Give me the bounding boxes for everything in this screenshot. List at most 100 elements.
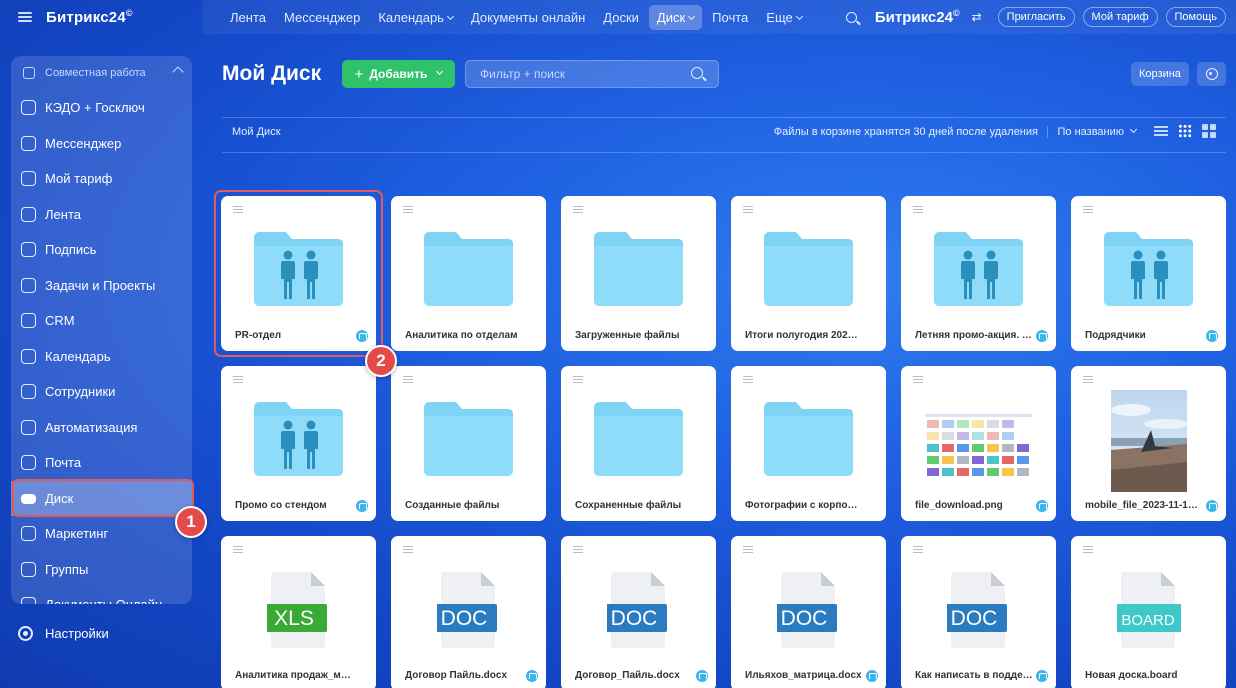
filter-search-input[interactable] <box>465 60 719 88</box>
card-menu-icon[interactable] <box>233 376 243 384</box>
svg-text:DOC: DOC <box>951 607 998 630</box>
file-card[interactable]: Промо со стендом <box>221 366 376 521</box>
card-menu-icon[interactable] <box>403 206 413 214</box>
card-menu-icon[interactable] <box>743 546 753 554</box>
card-menu-icon[interactable] <box>403 376 413 384</box>
board-file-icon: BOARD <box>1111 570 1185 650</box>
sidebar-item-employees[interactable]: Сотрудники <box>11 374 192 410</box>
file-card[interactable]: Созданные файлы <box>391 366 546 521</box>
file-name: Сохраненные файлы <box>575 500 682 511</box>
file-card[interactable]: XLS Аналитика продаж_менеджеры.xlsx <box>221 536 376 688</box>
card-menu-icon[interactable] <box>233 206 243 214</box>
file-card[interactable]: Летняя промо-акция. Пресс-релиз <box>901 196 1056 351</box>
shared-access-icon <box>696 670 708 682</box>
file-card[interactable]: DOC Договор_Пайль.docx <box>561 536 716 688</box>
card-menu-icon[interactable] <box>913 376 923 384</box>
file-card[interactable]: DOC Как написать в поддержку.docx <box>901 536 1056 688</box>
file-card[interactable]: PR-отдел <box>221 196 376 351</box>
search-icon[interactable] <box>845 11 857 23</box>
people-icon <box>21 561 36 577</box>
invite-button[interactable]: Пригласить <box>997 7 1075 27</box>
shared-access-icon <box>1206 500 1218 512</box>
disk-settings-button[interactable] <box>1197 62 1226 86</box>
tile-view-icon[interactable] <box>1202 124 1216 138</box>
topnav-item-7[interactable]: Еще <box>758 5 809 30</box>
file-card[interactable]: Подрядчики <box>1071 196 1226 351</box>
sidebar-item-crm[interactable]: CRM <box>11 303 192 339</box>
swap-icon[interactable]: ⇄ <box>972 10 982 24</box>
sidebar-item-kedo[interactable]: КЭДО + Госключ <box>11 90 192 126</box>
sidebar-item-groups[interactable]: Группы <box>11 552 192 588</box>
card-menu-icon[interactable] <box>573 376 583 384</box>
sidebar-item-label: Почта <box>45 455 82 471</box>
topnav-item-label: Мессенджер <box>283 9 361 25</box>
topnav-item-4[interactable]: Доски <box>595 5 647 30</box>
sidebar-item-tariff[interactable]: Мой тариф <box>11 161 192 197</box>
file-name: Фотографии с корпоратива <box>745 500 863 511</box>
brand-logo[interactable]: Битрикс24© <box>46 8 133 26</box>
card-menu-icon[interactable] <box>913 546 923 554</box>
card-menu-icon[interactable] <box>1083 546 1093 554</box>
card-menu-icon[interactable] <box>233 546 243 554</box>
card-menu-icon[interactable] <box>403 546 413 554</box>
shared-folder-icon <box>252 400 345 478</box>
card-menu-icon[interactable] <box>913 206 923 214</box>
sidebar-item-label: Лента <box>45 206 81 222</box>
help-button[interactable]: Помощь <box>1165 7 1226 27</box>
xls-file-icon: XLS <box>261 570 331 650</box>
grid-view-icon[interactable] <box>1178 124 1192 138</box>
file-card[interactable]: DOC Ильяхов_матрица.docx <box>731 536 886 688</box>
file-card[interactable]: DOC Договор Пайль.docx <box>391 536 546 688</box>
search-icon[interactable] <box>691 67 703 79</box>
list-view-icon[interactable] <box>1154 124 1168 138</box>
shared-access-icon <box>1036 500 1048 512</box>
card-menu-icon[interactable] <box>1083 206 1093 214</box>
sidebar-item-tasks[interactable]: Задачи и Проекты <box>11 268 192 304</box>
sidebar-item-messenger[interactable]: Мессенджер <box>11 126 192 162</box>
file-card[interactable]: Итоги полугодия 2025_1 <box>731 196 886 351</box>
card-menu-icon[interactable] <box>1083 376 1093 384</box>
sidebar-item-marketing[interactable]: Маркетинг <box>11 516 192 552</box>
my-tariff-button[interactable]: Мой тариф <box>1082 7 1158 27</box>
card-menu-icon[interactable] <box>573 546 583 554</box>
sidebar-item-signature[interactable]: Подпись <box>11 232 192 268</box>
sidebar-item-feed[interactable]: Лента <box>11 197 192 233</box>
chevron-down-icon <box>688 12 696 20</box>
topnav-item-2[interactable]: Календарь <box>370 5 461 30</box>
topnav-item-0[interactable]: Лента <box>222 5 274 30</box>
card-menu-icon[interactable] <box>743 206 753 214</box>
sidebar-item-disk[interactable]: Диск <box>11 480 192 516</box>
file-card[interactable]: Фотографии с корпоратива <box>731 366 886 521</box>
sidebar-item-calendar[interactable]: Календарь <box>11 339 192 375</box>
file-card[interactable]: mobile_file_2023-11-10_07-43.jpg <box>1071 366 1226 521</box>
sidebar-group-collaboration[interactable]: Совместная работа <box>11 56 192 90</box>
sidebar-item-automation[interactable]: Автоматизация <box>11 410 192 446</box>
menu-icon[interactable] <box>18 12 32 22</box>
card-menu-icon[interactable] <box>743 376 753 384</box>
shared-access-icon <box>356 330 368 342</box>
checkbox-icon <box>21 277 36 293</box>
add-button[interactable]: + Добавить <box>342 60 455 88</box>
trash-button[interactable]: Корзина <box>1131 62 1189 86</box>
file-card[interactable]: Аналитика по отделам <box>391 196 546 351</box>
chevron-down-icon <box>795 12 803 20</box>
file-card[interactable]: Сохраненные файлы <box>561 366 716 521</box>
topnav-item-6[interactable]: Почта <box>704 5 756 30</box>
brand-logo-top[interactable]: Битрикс24© <box>875 8 960 26</box>
topnav-item-1[interactable]: Мессенджер <box>276 5 368 30</box>
topnav-item-3[interactable]: Документы онлайн <box>463 5 593 30</box>
photo-thumbnail <box>1111 390 1188 492</box>
shared-folder-icon <box>932 230 1025 308</box>
file-card[interactable]: file_download.png <box>901 366 1056 521</box>
file-card[interactable]: BOARD Новая доска.board <box>1071 536 1226 688</box>
file-card[interactable]: Загруженные файлы <box>561 196 716 351</box>
card-menu-icon[interactable] <box>573 206 583 214</box>
breadcrumb[interactable]: Мой Диск <box>232 126 281 138</box>
sidebar-settings[interactable]: Настройки <box>18 626 109 641</box>
topnav-item-label: Диск <box>656 9 686 25</box>
sidebar-item-docs-online[interactable]: Документы Онлайн <box>11 587 192 604</box>
sort-select[interactable]: По названию <box>1046 125 1138 138</box>
topnav-item-5[interactable]: Диск <box>648 4 703 30</box>
file-name: Подрядчики <box>1085 330 1146 341</box>
sidebar-item-mail[interactable]: Почта <box>11 445 192 481</box>
